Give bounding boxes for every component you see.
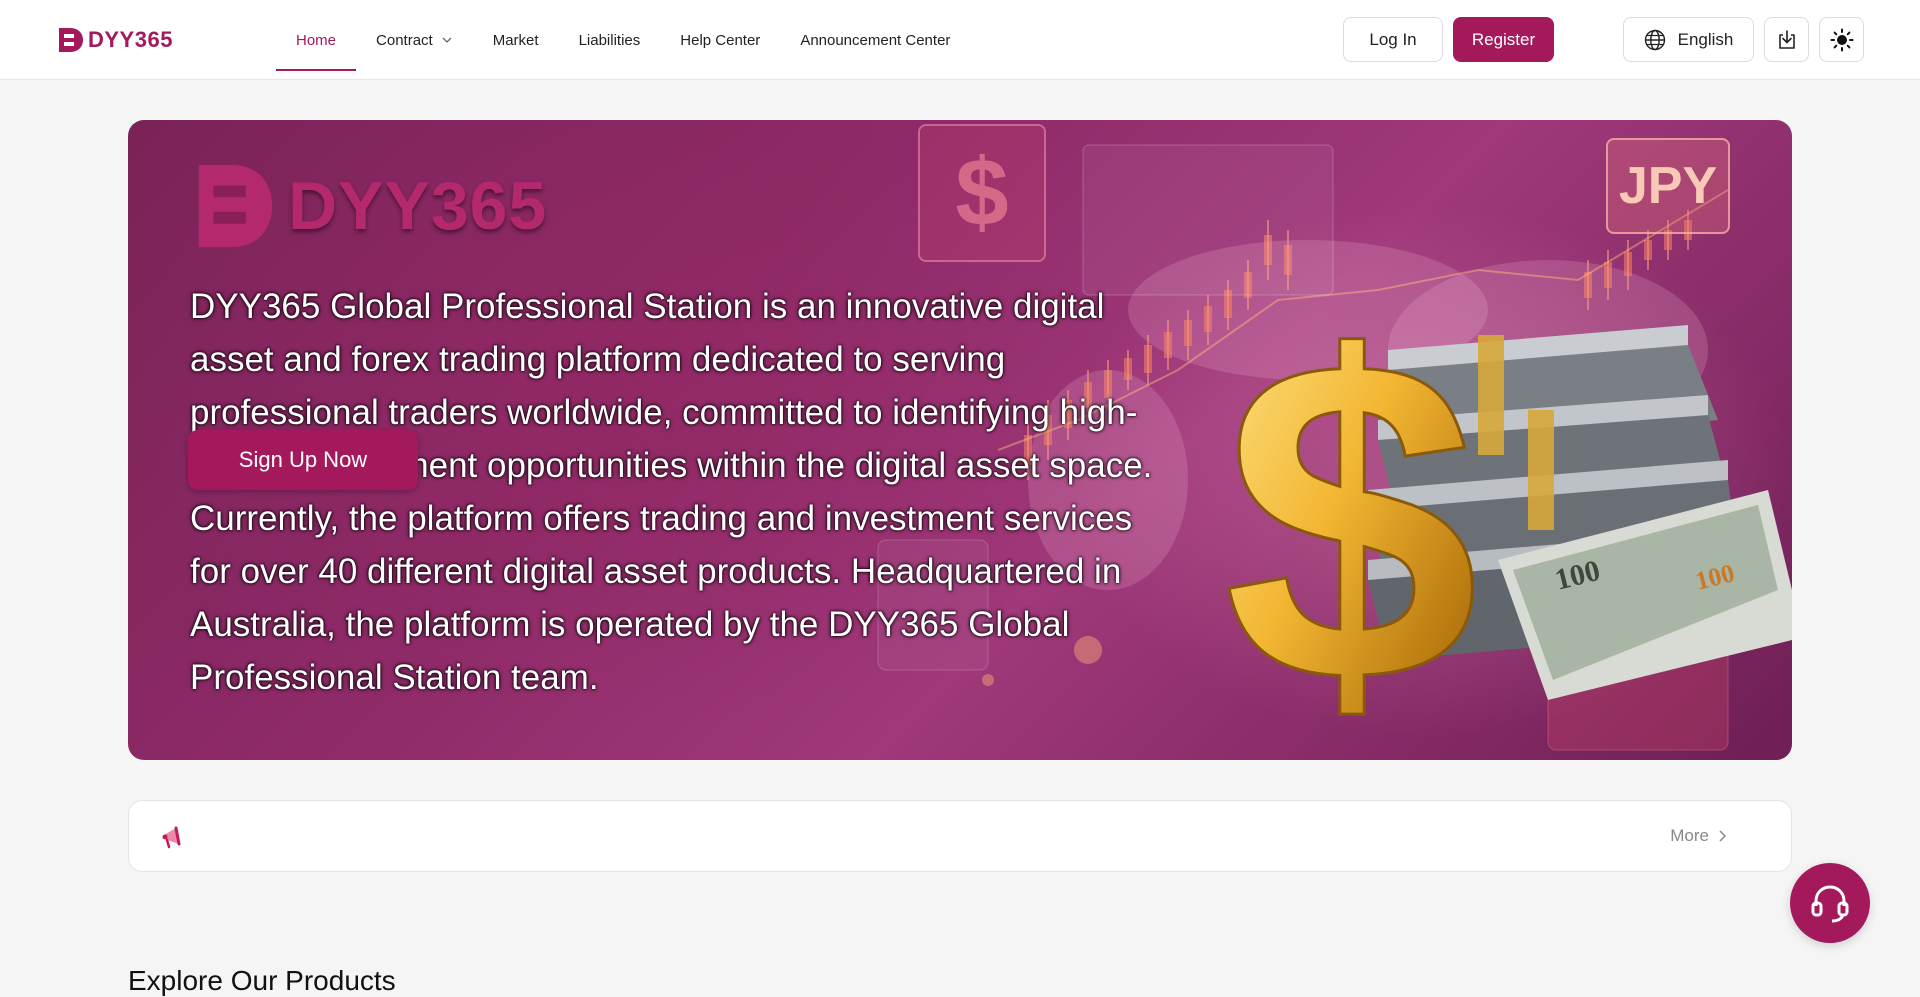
usd-badge: $ (918, 124, 1046, 262)
nav-help-center-label: Help Center (680, 31, 761, 49)
logo-mark-icon (59, 28, 83, 52)
sun-icon (1830, 28, 1853, 51)
nav-announcement-center-label: Announcement Center (800, 31, 951, 49)
nav-market-label: Market (492, 31, 539, 49)
brand-logo[interactable]: DYY365 (56, 24, 173, 56)
customer-support-button[interactable] (1790, 863, 1870, 943)
hero-banner[interactable]: 100 100 $ $ JPY DYY365 DYY365 Global Pro… (128, 120, 1792, 760)
nav-home-label: Home (296, 31, 337, 49)
megaphone-icon (162, 826, 181, 849)
products-section-title: Explore Our Products (128, 965, 396, 996)
svg-text:$: $ (1223, 265, 1479, 760)
chevron-down-icon (442, 37, 452, 43)
nav-item-contract[interactable]: Contract (356, 0, 473, 80)
headset-icon (1811, 885, 1849, 923)
nav-liabilities-label: Liabilities (578, 31, 641, 49)
chevron-right-icon (1719, 830, 1727, 842)
theme-toggle-button[interactable] (1819, 17, 1864, 62)
nav-item-help-center[interactable]: Help Center (660, 0, 780, 80)
language-selector[interactable]: English (1623, 17, 1754, 62)
top-header: DYY365 Home Contract Market Liabilities … (0, 0, 1920, 80)
nav-item-home[interactable]: Home (276, 0, 357, 80)
banner-brand-name: DYY365 (288, 168, 548, 244)
main-nav: Home Contract Market Liabilities Help Ce… (276, 0, 970, 80)
globe-icon (1644, 29, 1665, 50)
register-button[interactable]: Register (1453, 17, 1554, 62)
banner-logo: DYY365 (190, 156, 547, 256)
jpy-badge: JPY (1606, 138, 1730, 234)
nav-item-liabilities[interactable]: Liabilities (559, 0, 661, 80)
language-label: English (1677, 29, 1734, 49)
download-app-button[interactable] (1764, 17, 1809, 62)
brand-name: DYY365 (88, 27, 173, 52)
announcement-bar: More (128, 800, 1792, 872)
banner-logo-mark-icon (198, 164, 273, 248)
nav-item-market[interactable]: Market (473, 0, 559, 80)
nav-contract-label: Contract (376, 31, 433, 49)
nav-item-announcement-center[interactable]: Announcement Center (780, 0, 970, 80)
download-icon (1778, 29, 1795, 49)
banner-description: DYY365 Global Professional Station is an… (190, 287, 1153, 697)
more-announcements-link[interactable]: More (1670, 801, 1727, 871)
sign-up-now-button[interactable]: Sign Up Now (188, 430, 418, 490)
more-label: More (1670, 826, 1709, 845)
login-button[interactable]: Log In (1343, 17, 1443, 62)
